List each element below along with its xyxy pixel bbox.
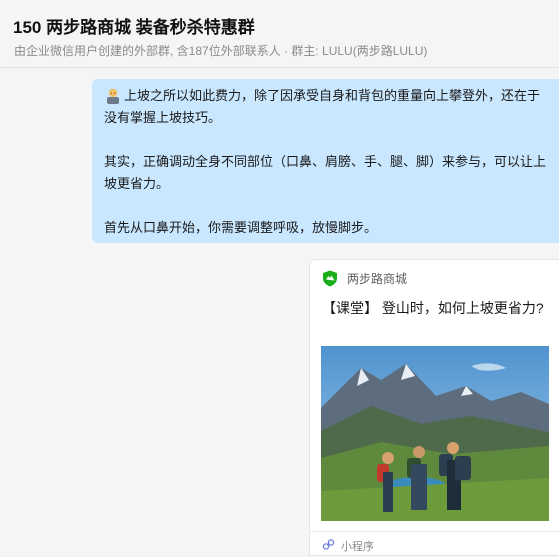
mini-program-icon [322,539,335,550]
mini-program-label: 小程序 [341,541,374,553]
card-footer: 小程序 [310,531,559,557]
group-subtitle: 由企业微信用户创建的外部群, 含187位外部联系人 · 群主: LULU(两步路… [14,44,428,58]
message-bubble[interactable]: 上坡之所以如此费力，除了因承受自身和背包的重量向上攀登外，还在于没有掌握上坡技巧… [92,79,559,243]
person-icon [107,88,119,104]
message-paragraph-2: 其实，正确调动全身不同部位（口鼻、肩膀、手、腿、脚）来参与，可以让上坡更省力。 [104,154,547,191]
message-text-1: 上坡之所以如此费力，除了因承受自身和背包的重量向上攀登外，还在于没有掌握上坡技巧… [104,88,541,125]
message-paragraph-1: 上坡之所以如此费力，除了因承受自身和背包的重量向上攀登外，还在于没有掌握上坡技巧… [104,85,549,129]
chat-header: 150 两步路商城 装备秒杀特惠群 由企业微信用户创建的外部群, 含187位外部… [0,0,559,68]
mini-program-card[interactable]: 两步路商城 【课堂】 登山时，如何上坡更省力? 小程序 [309,259,559,556]
card-thumbnail-image [321,346,549,521]
brand-name: 两步路商城 [347,272,408,286]
group-title[interactable]: 150 两步路商城 装备秒杀特惠群 [13,13,255,38]
card-title: 【课堂】 登山时，如何上坡更省力? [322,300,544,316]
shield-logo-icon [323,270,337,287]
message-paragraph-3: 首先从口鼻开始，你需要调整呼吸，放慢脚步。 [104,220,378,235]
